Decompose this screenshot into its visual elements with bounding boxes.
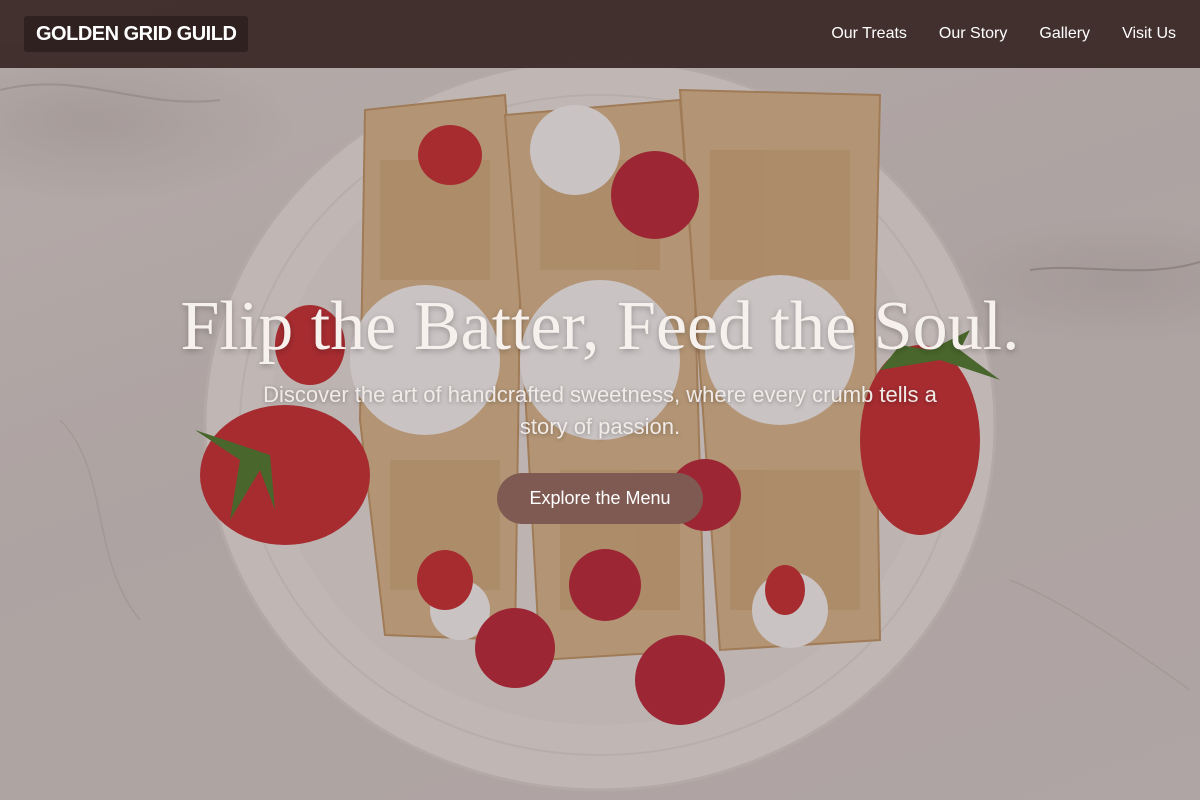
top-navbar: GOLDEN GRID GUILD Our Treats Our Story G… bbox=[0, 0, 1200, 68]
nav-links: Our Treats Our Story Gallery Visit Us bbox=[831, 25, 1176, 43]
hero-title: Flip the Batter, Feed the Soul. bbox=[180, 288, 1020, 365]
hero-content: Flip the Batter, Feed the Soul. Discover… bbox=[0, 285, 1200, 524]
nav-link-our-story[interactable]: Our Story bbox=[939, 25, 1007, 43]
hero-subtitle: Discover the art of handcrafted sweetnes… bbox=[263, 382, 937, 439]
nav-link-visit-us[interactable]: Visit Us bbox=[1122, 25, 1176, 43]
explore-menu-button[interactable]: Explore the Menu bbox=[497, 473, 703, 524]
nav-link-our-treats[interactable]: Our Treats bbox=[831, 25, 907, 43]
nav-link-gallery[interactable]: Gallery bbox=[1039, 25, 1090, 43]
site-logo[interactable]: GOLDEN GRID GUILD bbox=[24, 16, 249, 52]
